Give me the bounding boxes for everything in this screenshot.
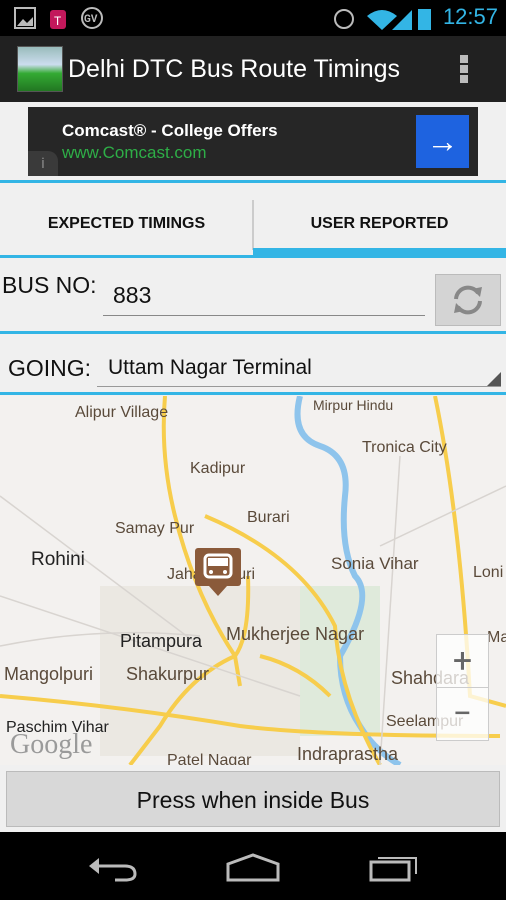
- inside-bus-button[interactable]: Press when inside Bus: [6, 771, 500, 827]
- map-label: Mukherjee Nagar: [226, 624, 364, 644]
- navigation-bar: [0, 832, 506, 900]
- going-label: GOING:: [8, 355, 92, 381]
- refresh-icon: [454, 285, 482, 315]
- map-label: Patel Nagar: [167, 752, 252, 765]
- map-view[interactable]: Alipur Village Mirpur Hindu Tronica City…: [0, 396, 506, 765]
- info-icon[interactable]: i: [28, 151, 58, 176]
- zoom-controls: + −: [436, 634, 489, 741]
- map-label: Sonia Vihar: [331, 554, 419, 573]
- zoom-in-button[interactable]: +: [437, 635, 488, 688]
- tab-user-reported[interactable]: USER REPORTED: [253, 184, 506, 258]
- map-label: Samay Pur: [115, 520, 195, 537]
- home-icon[interactable]: [225, 852, 281, 882]
- tab-label: USER REPORTED: [310, 215, 449, 232]
- recent-apps-icon[interactable]: [368, 850, 423, 884]
- svg-text:GV: GV: [84, 14, 98, 25]
- notification-icons: T GV: [14, 7, 103, 29]
- back-icon[interactable]: [85, 850, 140, 882]
- ad-banner[interactable]: Comcast® - College Offers www.Comcast.co…: [28, 107, 478, 176]
- tab-underline: [0, 255, 253, 258]
- tab-label: EXPECTED TIMINGS: [47, 215, 206, 232]
- tab-expected-timings[interactable]: EXPECTED TIMINGS: [0, 184, 253, 258]
- status-bar: T GV 12:57: [0, 0, 506, 36]
- bus-marker-icon[interactable]: [195, 548, 241, 598]
- bus-number-input[interactable]: [103, 276, 425, 316]
- destination-value: Uttam Nagar Terminal: [108, 356, 312, 379]
- bus-app-icon[interactable]: [17, 46, 63, 92]
- map-label: Burari: [247, 509, 290, 526]
- map-label: Pitampura: [120, 631, 203, 651]
- map-label: Mangolpuri: [4, 664, 93, 684]
- divider: [0, 180, 506, 183]
- map-label: Rohini: [31, 549, 85, 570]
- map-label: Loni: [473, 564, 503, 581]
- svg-text:T: T: [54, 14, 61, 28]
- bus-no-label: BUS NO:: [2, 272, 97, 298]
- tab-selected-indicator: [253, 248, 506, 258]
- map-label: Mirpur Hindu: [313, 397, 393, 413]
- ad-url[interactable]: www.Comcast.com: [62, 143, 207, 163]
- map-label: Indraprastha: [297, 744, 399, 764]
- system-icons: [334, 9, 431, 30]
- clock: 12:57: [442, 4, 498, 29]
- overflow-menu-icon[interactable]: [460, 55, 470, 83]
- zoom-out-button[interactable]: −: [437, 688, 488, 741]
- map-label: Tronica City: [362, 439, 447, 456]
- dropdown-arrow-icon: [487, 372, 501, 386]
- map-label: Alipur Village: [75, 404, 168, 421]
- refresh-button[interactable]: [435, 274, 501, 326]
- destination-dropdown[interactable]: Uttam Nagar Terminal: [97, 350, 501, 387]
- google-logo: Google: [10, 729, 92, 760]
- map-label: Shakurpur: [126, 664, 209, 684]
- arrow-right-icon[interactable]: →: [416, 115, 469, 168]
- map-label: Kadipur: [190, 460, 246, 477]
- ad-title: Comcast® - College Offers: [62, 121, 278, 140]
- map-label: Ma: [487, 629, 506, 646]
- divider: [0, 331, 506, 334]
- app-title: Delhi DTC Bus Route Timings: [68, 55, 401, 83]
- map-labels: Alipur Village Mirpur Hindu Tronica City…: [4, 397, 506, 765]
- divider: [0, 392, 506, 395]
